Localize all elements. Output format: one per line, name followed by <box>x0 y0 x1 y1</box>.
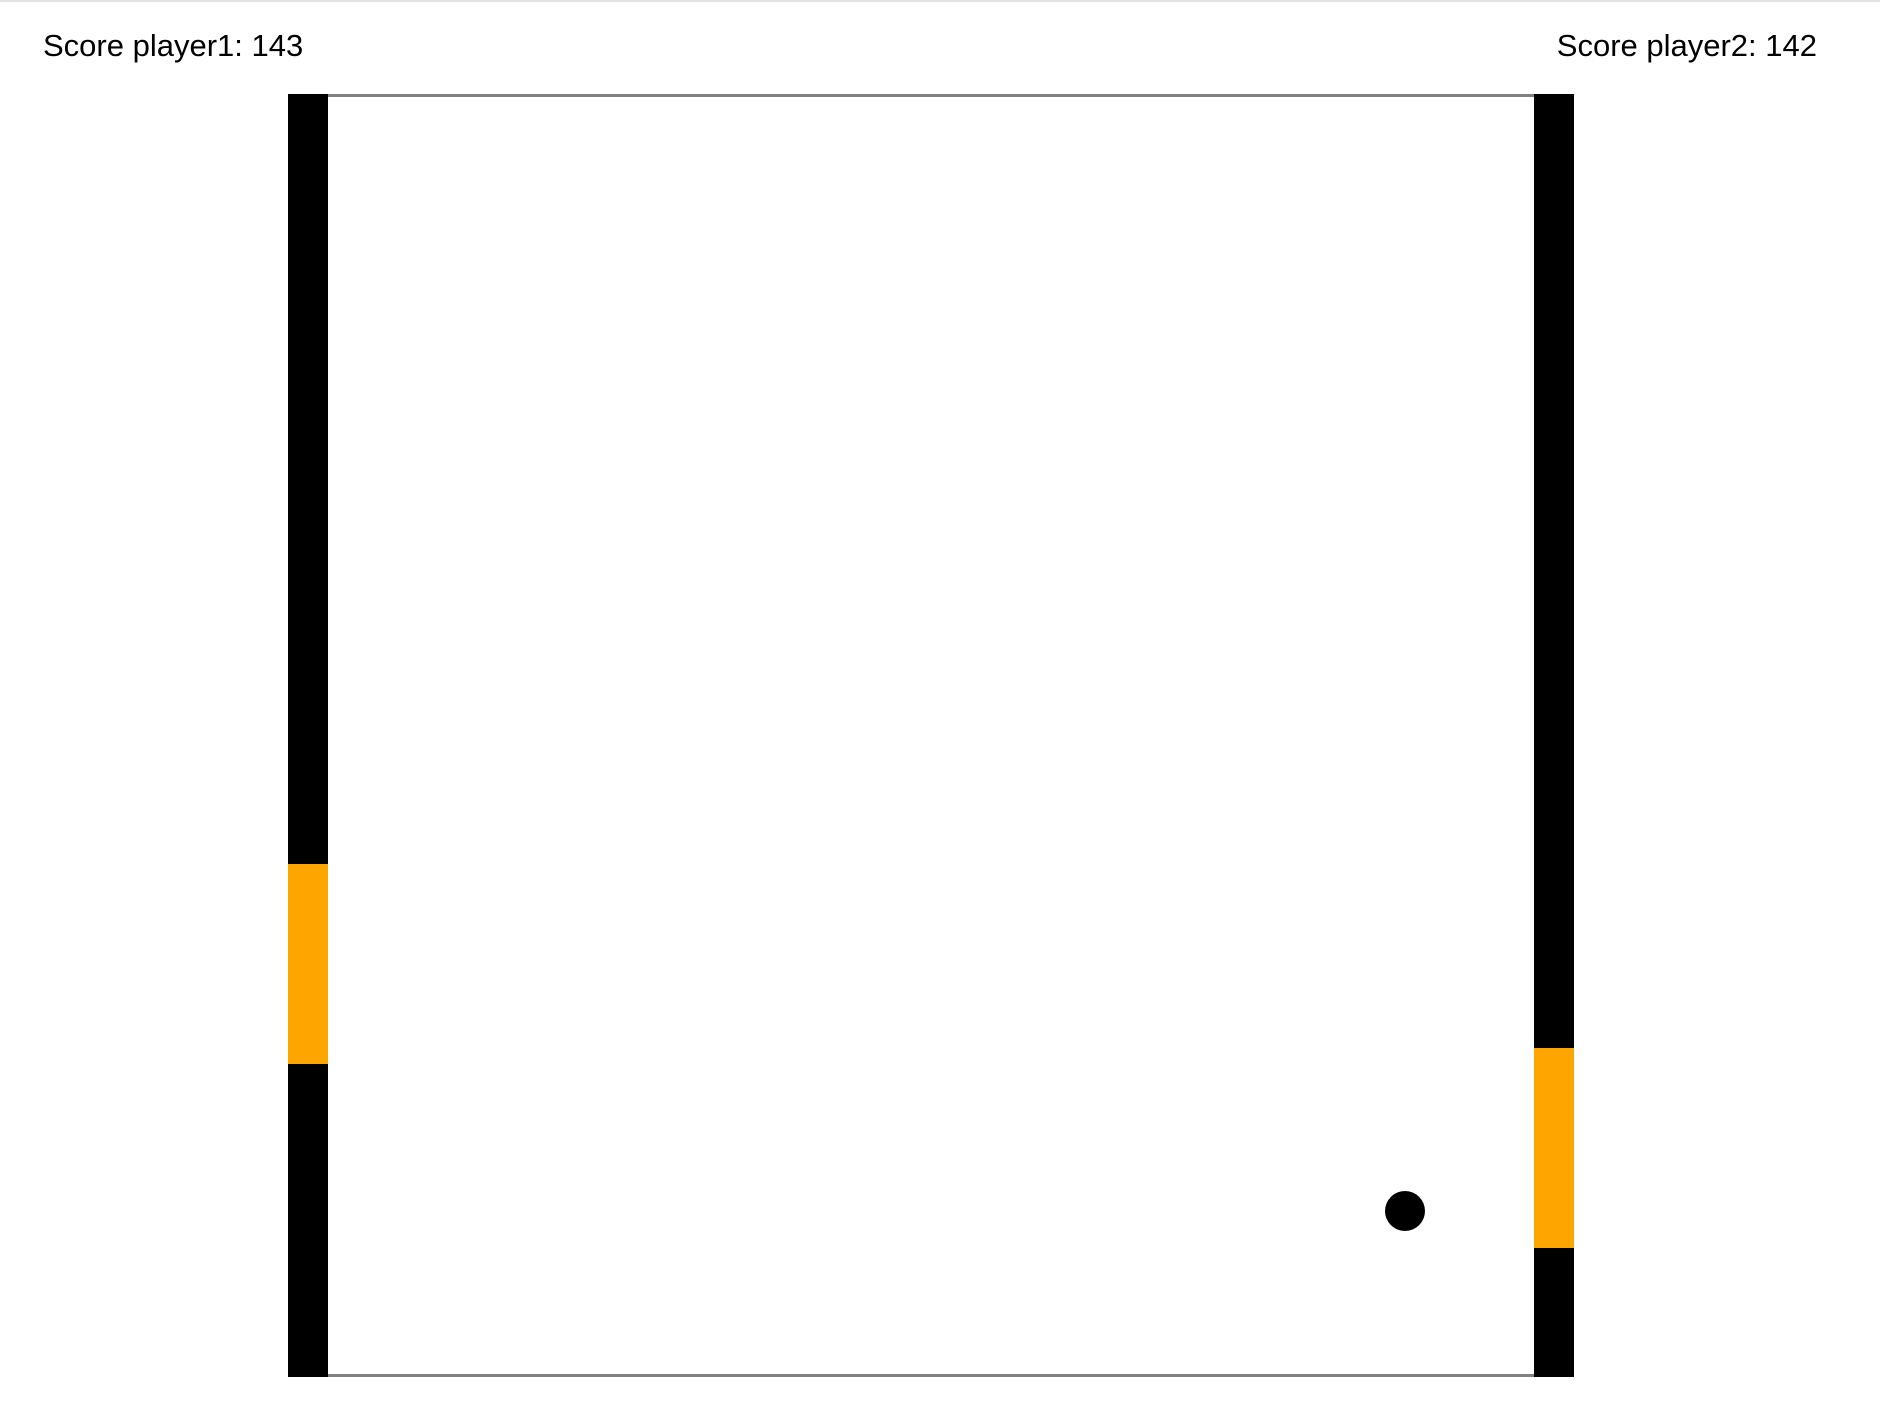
top-divider <box>0 0 1880 2</box>
left-goal-wall <box>288 94 328 1377</box>
ball <box>1385 1191 1425 1231</box>
player2-score: Score player2: 142 <box>1556 28 1817 63</box>
game-court <box>328 94 1534 1377</box>
player2-paddle[interactable] <box>1534 1048 1574 1248</box>
player1-score: Score player1: 143 <box>43 28 304 63</box>
player1-paddle[interactable] <box>288 864 328 1064</box>
